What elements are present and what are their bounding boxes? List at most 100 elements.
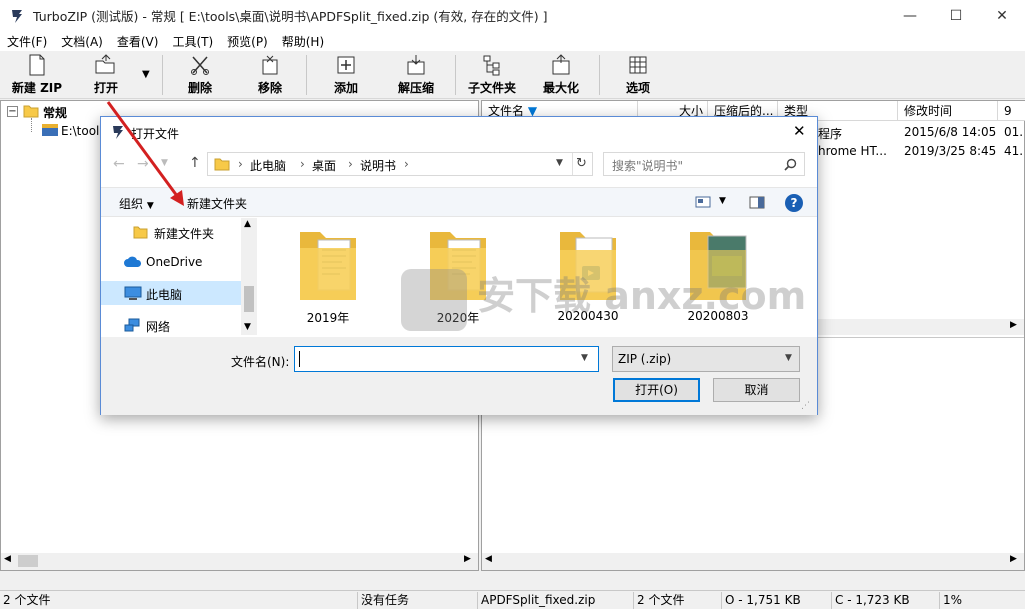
- nav-item-network[interactable]: 网络: [101, 313, 241, 337]
- col-modified[interactable]: 修改时间: [898, 101, 998, 121]
- dialog-command-bar: 组织 ▼ 新建文件夹 ▼ ?: [101, 187, 817, 217]
- status-archive: APDFSplit_fixed.zip: [478, 592, 634, 609]
- tree-root-label[interactable]: 常规: [43, 104, 67, 121]
- preview-pane-icon[interactable]: [749, 196, 765, 209]
- scroll-thumb[interactable]: [18, 555, 38, 567]
- breadcrumb-desktop[interactable]: 桌面: [312, 157, 336, 174]
- minimize-button[interactable]: —: [887, 0, 933, 31]
- dialog-nav-row: ← → ▼ ↑ › 此电脑 › 桌面 › 说明书 › ▼ ↻ 搜索"说明书": [101, 147, 817, 183]
- breadcrumb-this-pc[interactable]: 此电脑: [250, 157, 286, 174]
- address-dropdown-icon[interactable]: ▼: [556, 158, 563, 168]
- open-button[interactable]: 打开: [86, 54, 126, 96]
- resize-grip[interactable]: ⋰: [801, 401, 810, 411]
- open-button[interactable]: 打开(O): [613, 378, 700, 402]
- turbozip-app-icon: [12, 9, 22, 23]
- open-folder-icon: [95, 54, 115, 74]
- menu-file[interactable]: 文件(F): [0, 33, 54, 50]
- tree-child-label[interactable]: E:\tool: [61, 124, 99, 138]
- menu-preview[interactable]: 预览(P): [220, 33, 275, 50]
- folder-icon: [23, 105, 39, 118]
- nav-vertical-scrollbar[interactable]: ▲ ▼: [241, 218, 257, 335]
- status-bar: 2 个文件 没有任务 APDFSplit_fixed.zip 2 个文件 O -…: [0, 590, 1025, 609]
- new-document-icon: [29, 54, 45, 76]
- filename-input[interactable]: ▼: [294, 346, 599, 372]
- computer-icon: [124, 286, 142, 300]
- nav-item-onedrive[interactable]: OneDrive: [101, 250, 241, 274]
- folder-item-2019[interactable]: 2019年: [278, 226, 378, 335]
- folder-with-video-icon: [560, 232, 616, 300]
- address-bar[interactable]: › 此电脑 › 桌面 › 说明书 › ▼ ↻: [207, 152, 593, 176]
- dialog-close-icon[interactable]: ✕: [793, 122, 806, 140]
- menu-archive[interactable]: 文档(A): [54, 33, 110, 50]
- new-zip-button[interactable]: 新建 ZIP: [8, 54, 66, 96]
- network-icon: [124, 318, 140, 332]
- cancel-button[interactable]: 取消: [713, 378, 800, 402]
- toolbar: 新建 ZIP 打开 ▼ 删除 移除 添加 解压缩 子文件夹 最大化 选项: [0, 51, 1025, 99]
- dialog-title-bar: 打开文件 ✕: [101, 117, 817, 147]
- move-button[interactable]: 移除: [250, 54, 290, 96]
- horizontal-scrollbar[interactable]: ◀ ▶: [1, 553, 478, 570]
- text-caret: [299, 351, 300, 367]
- options-button[interactable]: 选项: [618, 54, 658, 96]
- menu-tools[interactable]: 工具(T): [165, 33, 220, 50]
- add-icon: [337, 56, 355, 74]
- folder-item-20200803[interactable]: 20200803: [668, 226, 768, 335]
- maximize-button[interactable]: ☐: [933, 0, 979, 31]
- subfolder-button[interactable]: 子文件夹: [464, 54, 520, 96]
- search-input[interactable]: 搜索"说明书": [603, 152, 805, 176]
- delete-button[interactable]: 删除: [180, 54, 220, 96]
- dialog-nav-pane: 新建文件夹 OneDrive 此电脑 网络 ▲ ▼: [101, 218, 257, 337]
- menu-help[interactable]: 帮助(H): [275, 33, 331, 50]
- maximize-icon: [552, 54, 570, 75]
- menu-view[interactable]: 查看(V): [110, 33, 166, 50]
- view-dropdown-icon[interactable]: ▼: [719, 196, 726, 206]
- open-file-dialog: 打开文件 ✕ ← → ▼ ↑ › 此电脑 › 桌面 › 说明书 › ▼ ↻ 搜索: [100, 116, 818, 415]
- folder-with-image-icon: [690, 232, 747, 300]
- list-horizontal-scrollbar[interactable]: ▶: [818, 319, 1024, 335]
- status-compressed-size: C - 1,723 KB: [832, 592, 940, 609]
- row-2-type: hrome HT...: [818, 144, 887, 158]
- window-title: TurboZIP (测试版) - 常规 [ E:\tools\桌面\说明书\AP…: [33, 9, 548, 24]
- annotation-arrow: [106, 101, 184, 206]
- dialog-file-area: 2019年 2020年 20200430 20200803 ▲ ▼: [258, 218, 803, 335]
- nav-item-this-pc[interactable]: 此电脑: [101, 281, 241, 305]
- folder-item-20200430[interactable]: 20200430: [538, 226, 638, 335]
- zip-archive-icon: [42, 124, 58, 136]
- view-options-icon[interactable]: [695, 196, 711, 208]
- status-task: 没有任务: [358, 592, 478, 609]
- refresh-icon[interactable]: ↻: [576, 156, 587, 171]
- status-files-left: 2 个文件: [0, 592, 358, 609]
- col-extra[interactable]: 9: [998, 101, 1025, 121]
- maximize-view-button[interactable]: 最大化: [538, 54, 584, 96]
- lower-horizontal-scrollbar[interactable]: ◀ ▶: [482, 553, 1024, 570]
- help-icon[interactable]: ?: [785, 194, 803, 212]
- subfolder-icon: [483, 55, 500, 76]
- breadcrumb-manual[interactable]: 说明书: [360, 157, 396, 174]
- close-button[interactable]: ✕: [979, 0, 1025, 31]
- nav-item-new-folder[interactable]: 新建文件夹: [101, 220, 241, 244]
- row-2-modified: 2019/3/25 8:45: [904, 144, 997, 158]
- collapse-toggle[interactable]: −: [7, 106, 18, 117]
- toolbar-separator: [162, 55, 163, 95]
- row-1-modified: 2015/6/8 14:05: [904, 125, 997, 139]
- folder-icon: [300, 232, 356, 300]
- scroll-thumb[interactable]: [244, 286, 254, 312]
- filetype-dropdown-icon[interactable]: ▼: [785, 353, 792, 363]
- menu-bar: 文件(F) 文档(A) 查看(V) 工具(T) 预览(P) 帮助(H): [0, 31, 1025, 51]
- add-button[interactable]: 添加: [326, 54, 366, 96]
- folder-icon: [214, 158, 230, 171]
- open-dropdown-arrow[interactable]: ▼: [142, 69, 150, 80]
- tree-connector: [31, 118, 32, 132]
- search-icon[interactable]: [784, 158, 797, 171]
- extract-button[interactable]: 解压缩: [392, 54, 440, 96]
- folder-item-2020[interactable]: 2020年: [408, 226, 508, 335]
- filename-label: 文件名(N):: [231, 355, 290, 369]
- filename-dropdown-icon[interactable]: ▼: [581, 353, 588, 363]
- turbozip-window: TurboZIP (测试版) - 常规 [ E:\tools\桌面\说明书\AP…: [0, 0, 1025, 609]
- toolbar-separator: [455, 55, 456, 95]
- status-ratio: 1%: [943, 593, 963, 607]
- extract-icon: [407, 55, 425, 75]
- filetype-select[interactable]: ZIP (.zip) ▼: [612, 346, 800, 372]
- scissors-icon: [191, 56, 209, 75]
- status-files-right: 2 个文件: [634, 592, 722, 609]
